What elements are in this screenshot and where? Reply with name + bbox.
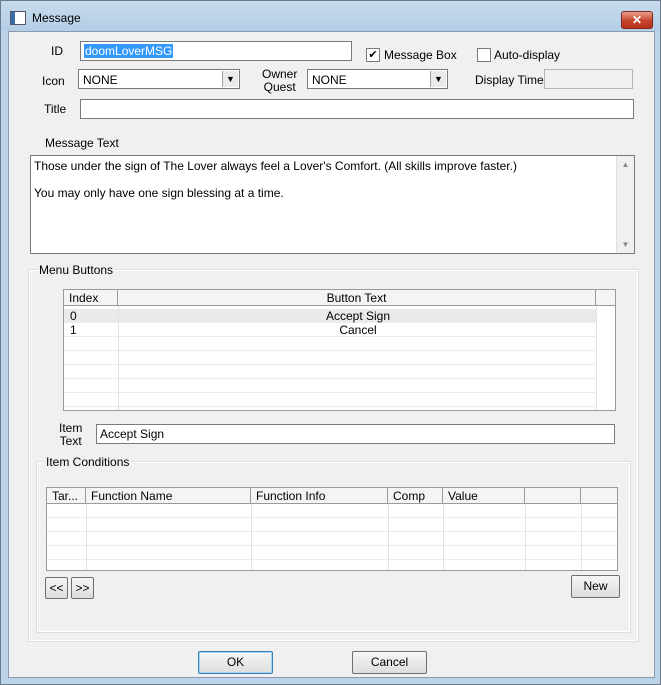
scroll-up-icon[interactable]: ▲ [617,156,634,173]
title-bar[interactable]: Message ✕ [1,1,660,31]
chevron-down-icon: ▼ [222,71,238,87]
column-header-button-text[interactable]: Button Text [118,290,596,306]
column-header-index[interactable]: Index [64,290,118,306]
previous-button[interactable]: << [45,577,68,599]
owner-quest-dropdown-value: NONE [312,73,347,87]
title-field[interactable] [80,99,634,119]
column-header-value[interactable]: Value [443,488,525,504]
auto-display-checkbox[interactable] [477,48,491,62]
checkmark-icon: ✔ [368,49,378,61]
item-conditions-grid[interactable]: Tar... Function Name Function Info Comp … [46,487,618,571]
next-button[interactable]: >> [71,577,94,599]
icon-label: Icon [42,74,65,88]
table-row[interactable]: 0 Accept Sign [64,309,597,323]
message-window: Message ✕ ID doomLoverMSG ✔ Message Box … [0,0,661,685]
column-header-function-info[interactable]: Function Info [251,488,388,504]
icon-dropdown-value: NONE [83,73,118,87]
row-index: 1 [70,323,77,337]
id-field-value: doomLoverMSG [84,44,174,58]
item-conditions-label: Item Conditions [44,455,132,469]
chevron-down-icon: ▼ [430,71,446,87]
menu-buttons-label: Menu Buttons [37,263,116,277]
column-header-function-name[interactable]: Function Name [86,488,251,504]
message-text-label: Message Text [45,136,119,150]
new-condition-button[interactable]: New [571,575,620,598]
display-time-field[interactable] [544,69,633,89]
close-icon: ✕ [631,13,643,27]
message-scrollbar[interactable]: ▲ ▼ [616,156,634,253]
window-icon [10,11,26,25]
message-line-2: You may only have one sign blessing at a… [34,186,284,200]
title-label: Title [44,102,67,116]
display-time-label: Display Time [475,73,544,87]
id-field[interactable]: doomLoverMSG [80,41,352,61]
dialog-body: ID doomLoverMSG ✔ Message Box Auto-displ… [8,31,655,678]
window-title: Message [32,11,81,25]
row-button-text: Accept Sign [325,309,391,323]
auto-display-label: Auto-display [494,48,561,62]
ok-button[interactable]: OK [198,651,273,674]
message-line-1: Those under the sign of The Lover always… [34,159,517,173]
cancel-button[interactable]: Cancel [352,651,427,674]
owner-quest-dropdown[interactable]: NONE ▼ [307,69,448,89]
owner-quest-label: Owner Quest [262,67,298,94]
icon-dropdown[interactable]: NONE ▼ [78,69,240,89]
id-label: ID [51,44,63,58]
close-button[interactable]: ✕ [621,11,653,29]
row-button-text: Cancel [339,323,377,337]
message-text-area[interactable]: Those under the sign of The Lover always… [30,155,635,254]
message-box-label: Message Box [384,48,457,62]
row-index: 0 [70,309,77,323]
table-row[interactable]: 1 Cancel [64,323,597,337]
item-text-label: Item Text [59,421,83,448]
message-box-checkbox[interactable]: ✔ [366,48,380,62]
scroll-down-icon[interactable]: ▼ [617,236,634,253]
column-header-comp[interactable]: Comp [388,488,443,504]
menu-buttons-grid[interactable]: Index Button Text 0 Accept Sign 1 Cancel [63,289,616,411]
item-text-field[interactable]: Accept Sign [96,424,615,444]
column-header-target[interactable]: Tar... [47,488,86,504]
